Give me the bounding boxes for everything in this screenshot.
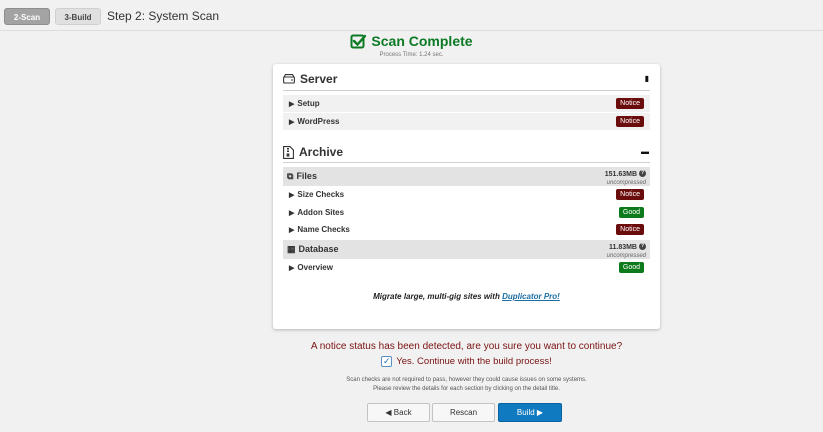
status-badge: Good <box>618 207 644 218</box>
files-size: 151.63MB? uncompressed <box>605 169 646 187</box>
continue-label[interactable]: Yes. Continue with the build process! <box>396 356 551 367</box>
caret-right-icon: ▶ <box>289 227 295 234</box>
scan-note-line-2: Please review the details for each secti… <box>373 386 560 392</box>
back-button[interactable]: ◀ Back <box>367 403 430 422</box>
promo-text: Migrate large, multi-gig sites with Dupl… <box>273 292 660 301</box>
scan-complete-heading: Scan Complete <box>350 33 473 49</box>
help-icon[interactable]: ? <box>639 170 646 178</box>
wizard-steps-bar: 2-Scan 3-Build Step 2: System Scan <box>0 0 823 31</box>
process-time: Process Time: 1.24 sec. <box>379 52 444 58</box>
caret-right-icon: ▶ <box>289 210 295 217</box>
row-label: Addon Sites <box>297 208 345 217</box>
files-row-addon-sites[interactable]: ▶ Addon Sites Good <box>283 204 650 221</box>
row-label: WordPress <box>297 117 340 126</box>
files-icon: ⧉ <box>287 171 294 181</box>
divider <box>283 90 650 91</box>
rescan-button[interactable]: Rescan <box>432 403 495 422</box>
files-row-size-checks[interactable]: ▶ Size Checks Notice <box>283 186 650 203</box>
server-row-setup[interactable]: ▶ Setup Notice <box>283 95 650 112</box>
status-badge: Notice <box>616 98 644 109</box>
scan-note-line-1: Scan checks are not required to pass, ho… <box>346 377 587 383</box>
step-build-tab[interactable]: 3-Build <box>55 8 101 25</box>
status-badge: Notice <box>616 189 644 200</box>
checkbox-checked-icon <box>350 34 367 49</box>
server-label: Server <box>300 72 338 86</box>
scan-results-panel: Server ▮ ▶ Setup Notice ▶ WordPress Notice… <box>273 64 660 329</box>
caret-right-icon: ▶ <box>289 265 295 272</box>
server-section-title[interactable]: Server <box>283 72 337 86</box>
continue-confirm[interactable]: ✓ Yes. Continue with the build process! <box>0 356 823 367</box>
archive-file-icon <box>283 145 294 159</box>
status-badge: Good <box>618 262 644 273</box>
row-label: Name Checks <box>297 225 350 234</box>
status-badge: Notice <box>616 116 644 127</box>
archive-label: Archive <box>299 145 344 159</box>
database-size: 11.83MB? uncompressed <box>607 242 646 260</box>
notice-warning: A notice status has been detected, are y… <box>310 341 623 352</box>
archive-section-title[interactable]: Archive <box>283 145 343 159</box>
build-button[interactable]: Build ▶ <box>498 403 562 422</box>
divider <box>283 162 650 163</box>
duplicator-pro-link[interactable]: Duplicator Pro! <box>502 292 560 301</box>
database-size-value: 11.83MB <box>608 244 637 251</box>
database-row-overview[interactable]: ▶ Overview Good <box>283 259 650 276</box>
files-size-value: 151.63MB <box>604 171 637 178</box>
files-row-name-checks[interactable]: ▶ Name Checks Notice <box>283 221 650 238</box>
server-icon <box>283 74 295 84</box>
row-label: Setup <box>297 99 320 108</box>
continue-checkbox[interactable]: ✓ <box>381 356 393 367</box>
caret-right-icon: ▶ <box>289 192 295 199</box>
database-group-header: ▦ Database 11.83MB? uncompressed <box>283 240 650 259</box>
server-row-wordpress[interactable]: ▶ WordPress Notice <box>283 113 650 130</box>
database-label: Database <box>298 244 339 254</box>
scan-complete-label: Scan Complete <box>371 33 473 49</box>
files-group-header: ⧉ Files 151.63MB? uncompressed <box>283 167 650 186</box>
files-label: Files <box>296 171 317 181</box>
caret-right-icon: ▶ <box>289 101 295 108</box>
caret-right-icon: ▶ <box>289 119 295 126</box>
collapse-icon[interactable]: ▮ <box>645 74 649 83</box>
step-scan-tab[interactable]: 2-Scan <box>4 8 50 25</box>
scan-note: Scan checks are not required to pass, ho… <box>0 376 823 394</box>
page-title: Step 2: System Scan <box>107 9 220 23</box>
scan-header: Scan Complete Process Time: 1.24 sec. <box>0 33 823 58</box>
table-icon: ▦ <box>287 244 296 254</box>
promo-label: Migrate large, multi-gig sites with <box>373 292 500 301</box>
window-collapse-icon[interactable]: ▬ <box>641 147 649 156</box>
row-label: Overview <box>297 263 333 272</box>
help-icon[interactable]: ? <box>639 243 646 251</box>
row-label: Size Checks <box>297 190 345 199</box>
status-badge: Notice <box>616 224 644 235</box>
